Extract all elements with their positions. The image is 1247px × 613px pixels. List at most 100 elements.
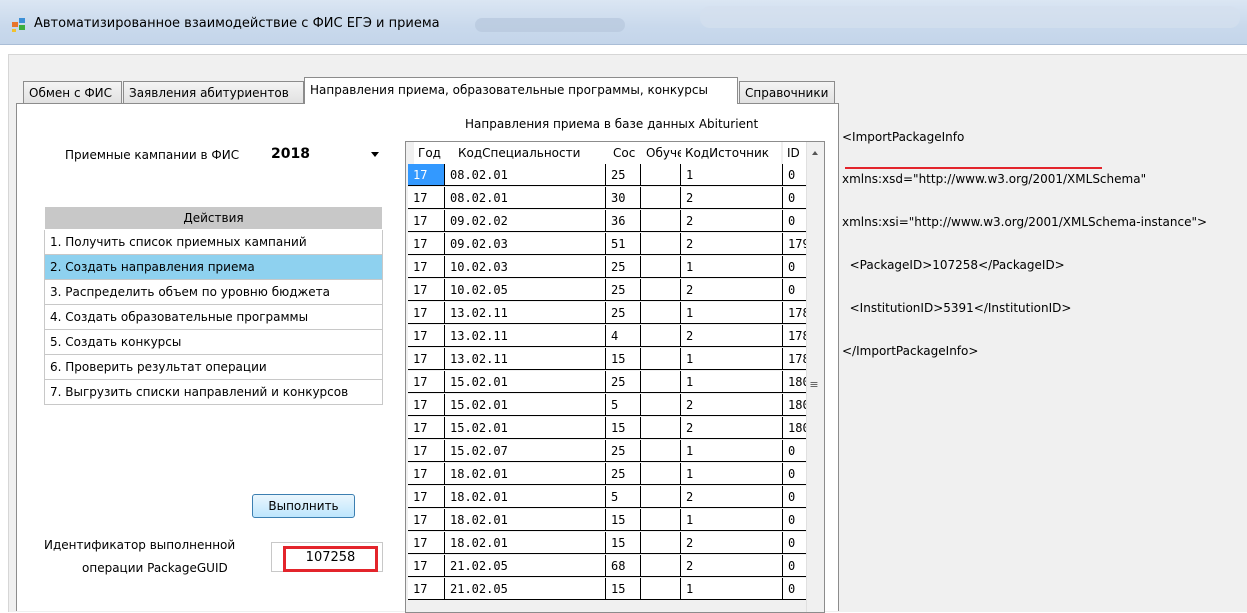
grid-header-year[interactable]: Год [414,142,454,164]
grid-cell-edu[interactable] [641,233,681,255]
grid-cell-sos[interactable]: 36 [606,210,641,232]
grid-cell-year[interactable]: 17 [408,440,445,462]
grid-cell-source[interactable]: 2 [681,325,783,347]
grid-cell-year[interactable]: 17 [408,210,445,232]
grid-cell-year[interactable]: 17 [408,302,445,324]
tab-directions[interactable]: Направления приема, образовательные прог… [304,77,738,104]
campaign-select[interactable]: 2018 [262,143,386,166]
grid-cell-sos[interactable]: 30 [606,187,641,209]
grid-cell-edu[interactable] [641,532,681,554]
grid-cell-source[interactable]: 2 [681,394,783,416]
action-item[interactable]: 3. Распределить объем по уровню бюджета [44,280,383,305]
grid-cell-spec[interactable]: 08.02.01 [445,187,606,209]
grid-header-sos[interactable]: Сос [609,142,642,164]
grid-cell-edu[interactable] [641,578,681,600]
grid-cell-spec[interactable]: 09.02.03 [445,233,606,255]
grid-cell-year[interactable]: 17 [408,187,445,209]
grid-cell-sos[interactable]: 4 [606,325,641,347]
grid-cell-year[interactable]: 17 [408,532,445,554]
grid-header-spec[interactable]: КодСпециальности [454,142,609,164]
grid-cell-edu[interactable] [641,486,681,508]
grid-cell-spec[interactable]: 15.02.07 [445,440,606,462]
grid-cell-year[interactable]: 17 [408,509,445,531]
grid-cell-spec[interactable]: 18.02.01 [445,509,606,531]
grid-cell-sos[interactable]: 25 [606,302,641,324]
grid-cell-sos[interactable]: 5 [606,394,641,416]
grid-cell-edu[interactable] [641,164,681,186]
guid-value[interactable]: 107258 [283,546,378,572]
chevron-down-icon[interactable] [371,152,379,157]
grid-cell-year[interactable]: 17 [408,256,445,278]
grid-cell-year[interactable]: 17 [408,371,445,393]
scroll-up-icon[interactable] [812,151,818,155]
grid-cell-source[interactable]: 2 [681,233,783,255]
grid-cell-year[interactable]: 17 [408,417,445,439]
grid-cell-source[interactable]: 1 [681,371,783,393]
grid-cell-spec[interactable]: 15.02.01 [445,371,606,393]
grid-cell-edu[interactable] [641,325,681,347]
grid-cell-edu[interactable] [641,440,681,462]
grid-cell-sos[interactable]: 25 [606,371,641,393]
grid-cell-sos[interactable]: 25 [606,164,641,186]
grid-cell-source[interactable]: 2 [681,555,783,577]
execute-button[interactable]: Выполнить [252,494,355,518]
grid-scrollbar[interactable]: ≡ [806,142,824,612]
grid-cell-source[interactable]: 2 [681,486,783,508]
grid-cell-source[interactable]: 1 [681,509,783,531]
action-item[interactable]: 6. Проверить результат операции [44,355,383,380]
grid-cell-year[interactable]: 17 [408,164,445,186]
grid-cell-edu[interactable] [641,256,681,278]
grid-cell-edu[interactable] [641,302,681,324]
grid-cell-spec[interactable]: 09.02.02 [445,210,606,232]
grid-cell-spec[interactable]: 15.02.01 [445,394,606,416]
grid-cell-source[interactable]: 1 [681,463,783,485]
action-item[interactable]: 1. Получить список приемных кампаний [44,230,383,255]
grid-cell-year[interactable]: 17 [408,394,445,416]
grid-cell-sos[interactable]: 68 [606,555,641,577]
grid-cell-spec[interactable]: 21.02.05 [445,555,606,577]
grid-cell-spec[interactable]: 13.02.11 [445,325,606,347]
grid-cell-source[interactable]: 2 [681,279,783,301]
grid-cell-year[interactable]: 17 [408,233,445,255]
grid-cell-source[interactable]: 1 [681,302,783,324]
grid-cell-edu[interactable] [641,555,681,577]
directions-grid[interactable]: Год КодСпециальности Сос Обуче КодИсточн… [405,141,825,613]
action-item-selected[interactable]: 2. Создать направления приема [44,255,383,280]
grid-cell-year[interactable]: 17 [408,325,445,347]
grid-cell-source[interactable]: 2 [681,187,783,209]
grid-cell-spec[interactable]: 21.02.05 [445,578,606,600]
grid-cell-source[interactable]: 1 [681,578,783,600]
grid-header-edu[interactable]: Обуче [642,142,682,164]
grid-cell-spec[interactable]: 13.02.11 [445,302,606,324]
grid-cell-edu[interactable] [641,348,681,370]
grid-cell-sos[interactable]: 15 [606,509,641,531]
grid-cell-spec[interactable]: 18.02.01 [445,463,606,485]
grid-cell-sos[interactable]: 25 [606,463,641,485]
grid-cell-spec[interactable]: 18.02.01 [445,486,606,508]
grid-cell-edu[interactable] [641,509,681,531]
grid-cell-source[interactable]: 2 [681,210,783,232]
grid-cell-spec[interactable]: 15.02.01 [445,417,606,439]
grid-cell-spec[interactable]: 13.02.11 [445,348,606,370]
grid-cell-year[interactable]: 17 [408,463,445,485]
tab-applications[interactable]: Заявления абитуриентов [123,81,304,103]
grid-cell-sos[interactable]: 15 [606,532,641,554]
grid-cell-edu[interactable] [641,417,681,439]
grid-cell-sos[interactable]: 15 [606,417,641,439]
scroll-thumb[interactable]: ≡ [809,379,819,390]
grid-cell-sos[interactable]: 5 [606,486,641,508]
action-item[interactable]: 7. Выгрузить списки направлений и конкур… [44,380,383,405]
grid-cell-edu[interactable] [641,187,681,209]
grid-cell-spec[interactable]: 18.02.01 [445,532,606,554]
grid-cell-sos[interactable]: 15 [606,578,641,600]
grid-cell-edu[interactable] [641,210,681,232]
grid-cell-spec[interactable]: 10.02.03 [445,256,606,278]
grid-cell-source[interactable]: 1 [681,348,783,370]
grid-cell-sos[interactable]: 15 [606,348,641,370]
grid-cell-edu[interactable] [641,463,681,485]
grid-cell-source[interactable]: 1 [681,164,783,186]
grid-cell-sos[interactable]: 25 [606,256,641,278]
grid-cell-year[interactable]: 17 [408,555,445,577]
grid-cell-spec[interactable]: 08.02.01 [445,164,606,186]
grid-cell-sos[interactable]: 25 [606,279,641,301]
